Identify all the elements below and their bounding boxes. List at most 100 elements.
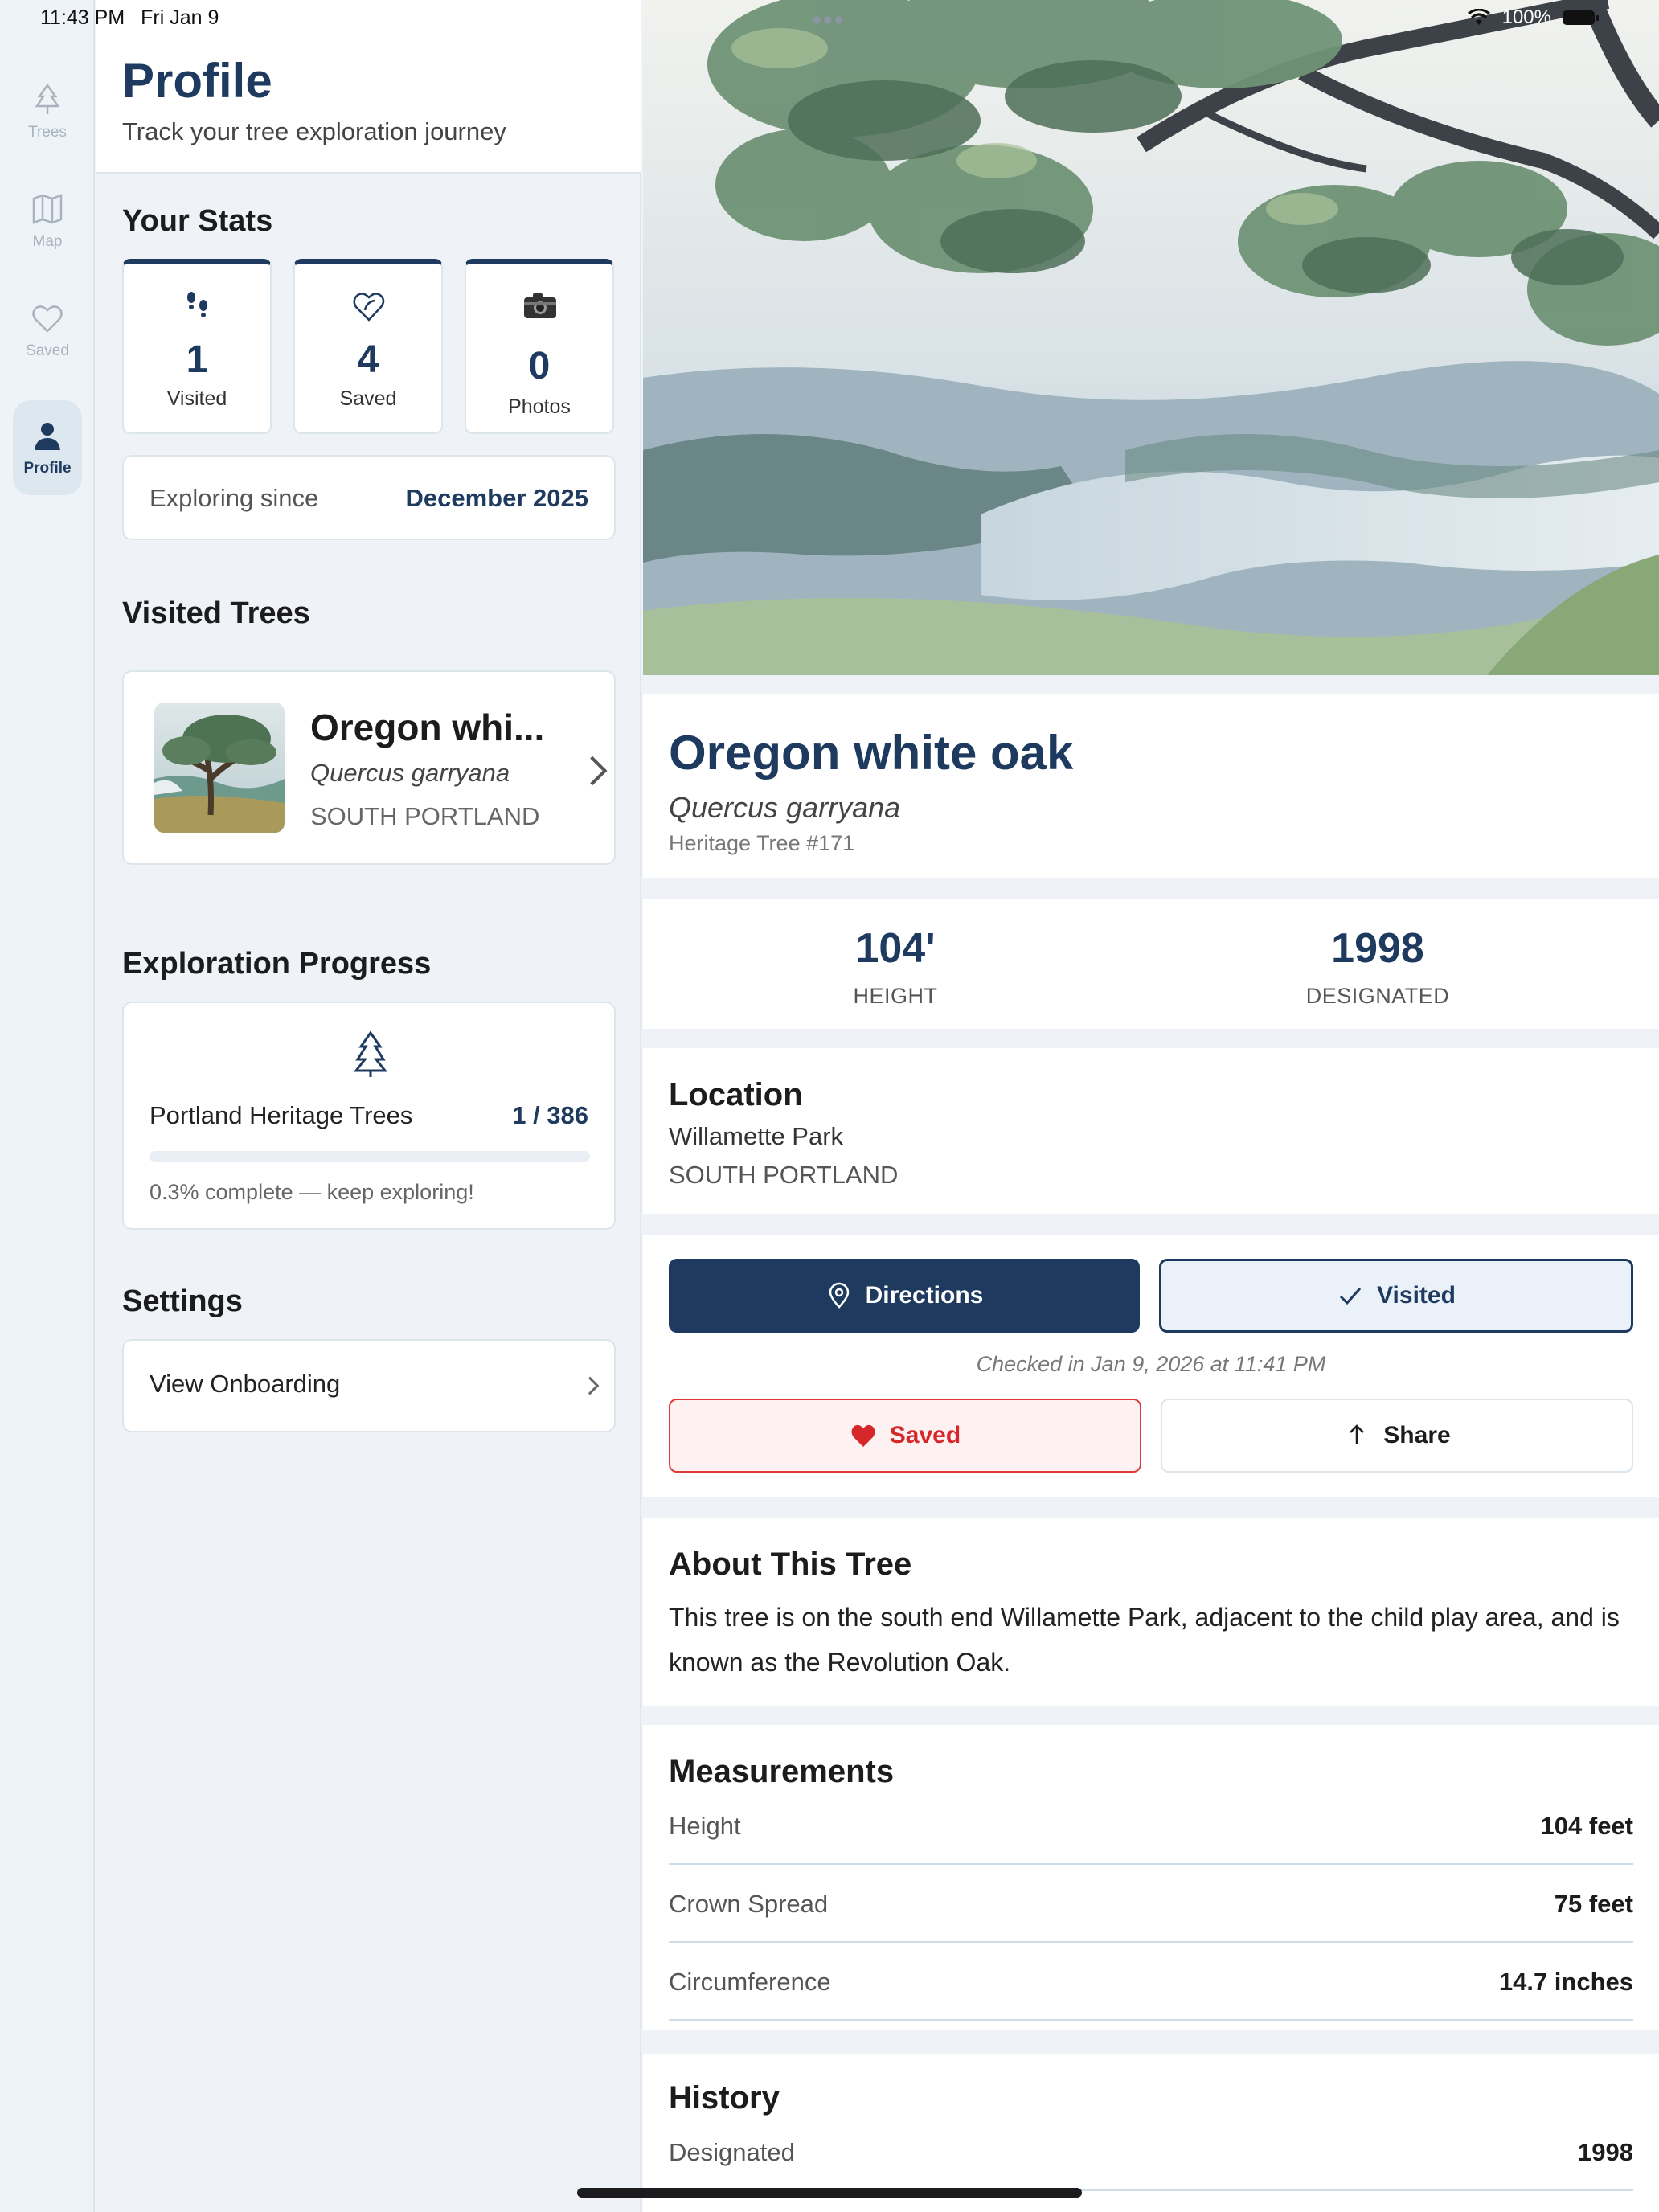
tree-thumbnail xyxy=(154,703,285,833)
metric-value: 104' xyxy=(855,925,936,972)
saved-button[interactable]: Saved xyxy=(669,1399,1141,1473)
map-icon xyxy=(32,194,63,224)
about-title: About This Tree xyxy=(669,1546,912,1582)
measurement-value: 14.7 inches xyxy=(1498,1968,1633,1996)
tree-scientific-name: Quercus garryana xyxy=(669,791,901,824)
stat-value: 0 xyxy=(528,345,551,387)
nav-label: Map xyxy=(32,233,63,250)
pine-tree-icon xyxy=(353,1030,388,1077)
page-title: Profile xyxy=(122,54,272,108)
nav-label: Profile xyxy=(23,460,72,477)
page-subtitle: Track your tree exploration journey xyxy=(122,117,506,145)
status-bar-left: 11:43 PM Fri Jan 9 xyxy=(40,6,219,30)
visited-tree-location: SOUTH PORTLAND xyxy=(310,802,540,830)
stat-label: Saved xyxy=(339,387,397,410)
nav-item-map[interactable]: Map xyxy=(13,174,82,268)
chevron-right-icon xyxy=(580,1376,600,1395)
about-section: About This Tree This tree is on the sout… xyxy=(643,1518,1659,1706)
tree-header-section: Oregon white oak Quercus garryana Herita… xyxy=(643,694,1659,878)
about-text: This tree is on the south end Willamette… xyxy=(669,1603,1620,1677)
saved-label: Saved xyxy=(889,1422,961,1448)
progress-label: Portland Heritage Trees xyxy=(150,1101,413,1129)
stat-value: 4 xyxy=(357,338,379,381)
tree-name: Oregon white oak xyxy=(669,726,1074,780)
share-label: Share xyxy=(1383,1422,1451,1448)
multitasking-dots-icon[interactable]: ••• xyxy=(812,5,846,36)
measurement-value: 104 feet xyxy=(1540,1812,1633,1840)
metric-height: 104' HEIGHT xyxy=(654,924,1137,1009)
profile-panel: Profile Track your tree exploration jour… xyxy=(96,0,641,2212)
chevron-right-icon xyxy=(577,756,608,786)
heritage-tree-id: Heritage Tree #171 xyxy=(669,831,855,855)
wifi-icon xyxy=(1467,9,1490,25)
stat-label: Visited xyxy=(166,387,227,410)
heart-icon xyxy=(32,305,63,333)
measurement-row: Crown Spread 75 feet xyxy=(669,1866,1633,1943)
nav-label: Trees xyxy=(28,124,67,141)
measurement-label: Height xyxy=(669,1812,741,1840)
measurement-label: Circumference xyxy=(669,1968,831,1996)
metric-value: 1998 xyxy=(1331,925,1424,972)
exploring-since-value: December 2025 xyxy=(405,484,589,512)
nav-label: Saved xyxy=(26,342,69,359)
stat-card-saved[interactable]: 4 Saved xyxy=(293,259,443,434)
footprints-icon xyxy=(187,292,207,317)
history-value: 1998 xyxy=(1578,2138,1633,2166)
status-bar-right: 100% xyxy=(1467,6,1599,29)
tree-detail-pane: Oregon white oak Quercus garryana Herita… xyxy=(643,0,1659,2212)
stat-card-visited[interactable]: 1 Visited xyxy=(122,259,272,434)
measurement-label: Crown Spread xyxy=(669,1890,829,1918)
location-section: Location Willamette Park SOUTH PORTLAND xyxy=(643,1048,1659,1214)
measurement-row: Circumference 14.7 inches xyxy=(669,1944,1633,2021)
stats-section-title: Your Stats xyxy=(122,204,273,238)
heart-filled-icon xyxy=(851,1424,875,1447)
location-title: Location xyxy=(669,1077,803,1112)
camera-icon xyxy=(524,293,556,318)
location-area: SOUTH PORTLAND xyxy=(669,1161,899,1189)
visited-label: Visited xyxy=(1377,1282,1456,1309)
heart-leaf-icon xyxy=(353,293,385,322)
status-time: 11:43 PM xyxy=(40,6,125,29)
exploration-progress-title: Exploration Progress xyxy=(122,947,432,981)
battery-icon xyxy=(1563,10,1599,25)
measurements-title: Measurements xyxy=(669,1754,895,1789)
metric-label: DESIGNATED xyxy=(1305,984,1450,1008)
tree-icon xyxy=(35,83,60,114)
visited-tree-name: Oregon whi... xyxy=(310,707,545,748)
stat-card-photos[interactable]: 0 Photos xyxy=(465,259,614,434)
nav-item-profile[interactable]: Profile xyxy=(13,400,82,495)
checked-in-text: Checked in Jan 9, 2026 at 11:41 PM xyxy=(976,1352,1326,1376)
progress-count: 1 / 386 xyxy=(512,1101,588,1129)
actions-section: Directions Visited Checked in Jan 9, 202… xyxy=(643,1235,1659,1497)
checkmark-icon xyxy=(1340,1288,1362,1305)
view-onboarding-row[interactable]: View Onboarding xyxy=(122,1339,616,1432)
home-indicator[interactable] xyxy=(577,2188,1082,2198)
visited-tree-card[interactable]: Oregon whi... Quercus garryana SOUTH POR… xyxy=(122,670,616,865)
share-button[interactable]: Share xyxy=(1161,1399,1633,1473)
settings-title: Settings xyxy=(122,1284,243,1318)
view-onboarding-label: View Onboarding xyxy=(150,1370,341,1398)
battery-percent: 100% xyxy=(1501,6,1551,28)
person-icon xyxy=(35,423,60,450)
nav-item-trees[interactable]: Trees xyxy=(13,64,82,159)
navigation-rail: Trees Map Saved Profile xyxy=(0,0,95,2212)
visited-trees-title: Visited Trees xyxy=(122,596,310,630)
tree-metrics-section: 104' HEIGHT 1998 DESIGNATED xyxy=(643,899,1659,1029)
share-icon xyxy=(1350,1424,1365,1444)
history-row: Designated 1998 xyxy=(669,2114,1633,2191)
nav-item-saved[interactable]: Saved xyxy=(13,283,82,378)
exploring-since-card: Exploring since December 2025 xyxy=(122,455,616,540)
measurement-value: 75 feet xyxy=(1554,1890,1633,1918)
tree-hero-image xyxy=(643,0,1659,675)
stat-label: Photos xyxy=(508,395,571,418)
location-park: Willamette Park xyxy=(669,1122,844,1150)
visited-button[interactable]: Visited xyxy=(1159,1259,1633,1333)
history-title: History xyxy=(669,2080,780,2116)
progress-note: 0.3% complete — keep exploring! xyxy=(150,1180,474,1204)
map-pin-icon xyxy=(829,1282,849,1309)
status-date: Fri Jan 9 xyxy=(141,6,219,29)
stat-value: 1 xyxy=(186,338,208,381)
exploring-since-label: Exploring since xyxy=(150,484,319,512)
directions-button[interactable]: Directions xyxy=(669,1259,1140,1333)
metric-label: HEIGHT xyxy=(853,984,938,1008)
